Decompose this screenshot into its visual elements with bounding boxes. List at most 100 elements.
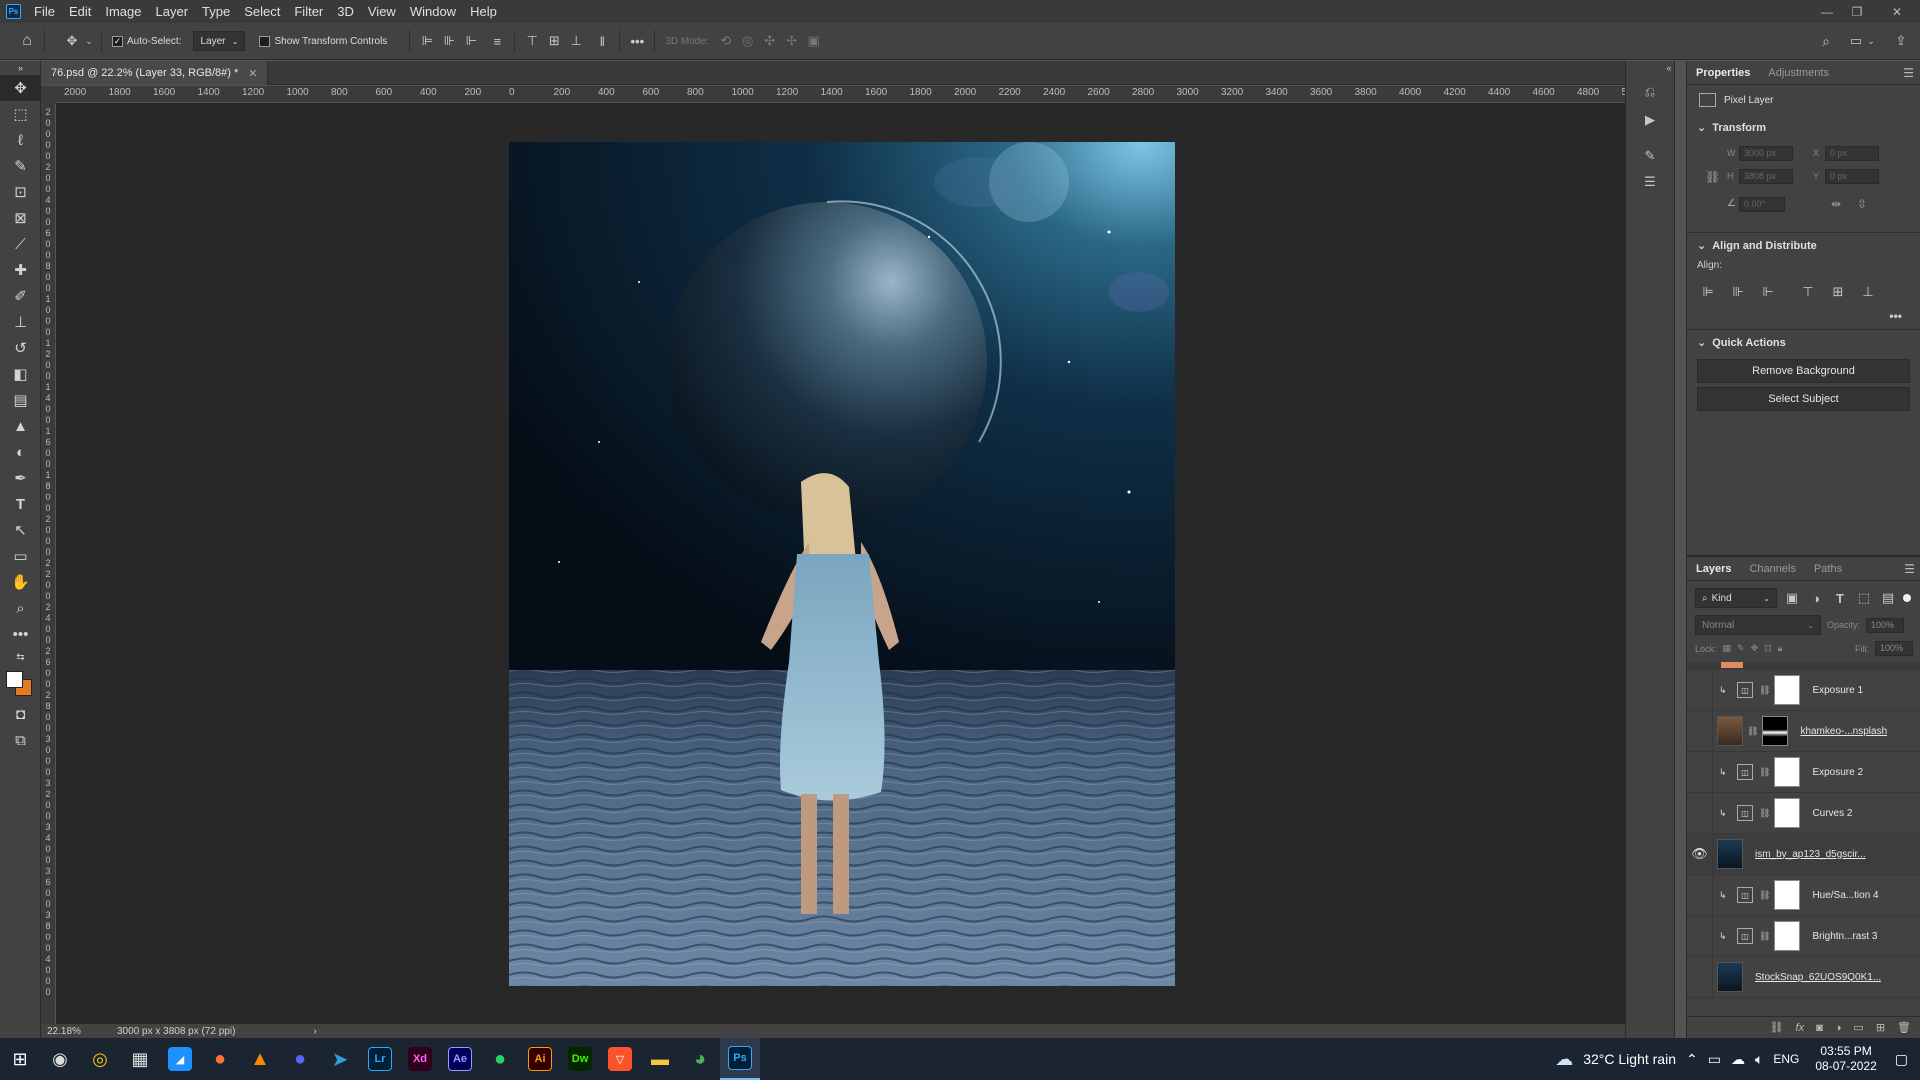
y-field[interactable]: 0 px	[1825, 169, 1879, 184]
eye-hidden-icon[interactable]	[1687, 915, 1713, 957]
menu-view[interactable]: View	[361, 0, 403, 23]
layer-row[interactable]: ↳ ◫ ⛓ Curves 2	[1687, 792, 1920, 834]
norton-icon[interactable]: ◎	[80, 1038, 120, 1080]
document-tab[interactable]: 76.psd @ 22.2% (Layer 33, RGB/8#) * ✕	[41, 61, 269, 85]
filter-adjustment-icon[interactable]: ◑	[1807, 587, 1825, 609]
layer-name[interactable]: Exposure 1	[1812, 685, 1863, 696]
filter-smart-object-icon[interactable]: ▤	[1879, 587, 1897, 609]
zoom-tool-icon[interactable]: ⌕	[0, 595, 41, 621]
show-transform-checkbox[interactable]: Show Transform Controls	[259, 35, 387, 47]
photoshop-taskbar-icon[interactable]: Ps	[720, 1038, 760, 1080]
align-left-edges-icon[interactable]: ⊫	[1697, 281, 1719, 303]
adjust-panel-icon[interactable]: ☰	[1639, 171, 1661, 193]
quick-select-tool-icon[interactable]: ✎	[0, 153, 41, 179]
path-selection-tool-icon[interactable]: ↖	[0, 517, 41, 543]
quick-actions-header[interactable]: ⌄ Quick Actions	[1687, 330, 1920, 355]
more-align-options-icon[interactable]: •••	[1687, 303, 1920, 323]
firefox-icon[interactable]: ●	[200, 1038, 240, 1080]
onedrive-icon[interactable]: ☁	[1731, 1051, 1745, 1068]
windows-start-icon[interactable]: ⊞	[0, 1038, 40, 1080]
align-bottom-icon[interactable]: ⊥	[565, 30, 587, 52]
eye-hidden-icon[interactable]	[1687, 956, 1713, 998]
lock-all-icon[interactable]: 🔒︎	[1778, 643, 1783, 654]
healing-brush-tool-icon[interactable]: ✚	[0, 257, 41, 283]
pen-tool-icon[interactable]: ✒	[0, 465, 41, 491]
align-vertical-centers-icon[interactable]: ⊞	[1827, 281, 1849, 303]
layer-thumbnail[interactable]	[1717, 716, 1743, 746]
show-hidden-icons[interactable]: ⌃	[1686, 1051, 1698, 1068]
clock[interactable]: 03:55 PM 08-07-2022	[1815, 1044, 1876, 1074]
layer-mask-thumbnail[interactable]	[1774, 921, 1801, 951]
layer-mask-thumbnail[interactable]	[1774, 757, 1801, 787]
align-hcenter-icon[interactable]: ⊪	[438, 30, 460, 52]
swap-colors-icon[interactable]: ⇆	[0, 647, 41, 667]
brush-tool-icon[interactable]: ✐	[0, 283, 41, 309]
minimize-icon[interactable]: —	[1815, 0, 1839, 23]
filter-pixel-icon[interactable]: ▣	[1783, 587, 1801, 609]
history-brush-tool-icon[interactable]: ↺	[0, 335, 41, 361]
menu-help[interactable]: Help	[463, 0, 504, 23]
layer-name[interactable]: StockSnap_62UOS9Q0K1...	[1755, 972, 1881, 983]
illustrator-icon[interactable]: Ai	[520, 1038, 560, 1080]
opacity-field[interactable]: 100%	[1866, 617, 1905, 633]
more-options-icon[interactable]: •••	[626, 30, 648, 52]
layer-name[interactable]: Exposure 2	[1812, 767, 1863, 778]
layer-filter-dropdown[interactable]: ⌕ Kind ⌄	[1695, 588, 1777, 608]
edit-toolbar-icon[interactable]: •••	[0, 621, 41, 647]
zoom-level[interactable]: 22.18%	[47, 1026, 107, 1037]
eye-hidden-icon[interactable]	[1687, 669, 1713, 711]
blur-tool-icon[interactable]: ▲	[0, 413, 41, 439]
filter-shape-icon[interactable]: ⬚	[1855, 587, 1873, 609]
network-icon[interactable]: ▭	[1708, 1051, 1721, 1068]
chrome-icon[interactable]: ◕	[680, 1038, 720, 1080]
delete-layer-icon[interactable]: 🗑︎	[1897, 1021, 1911, 1034]
brush-settings-icon[interactable]: ✎	[1639, 145, 1661, 167]
auto-select-target-dropdown[interactable]: Layer ⌄	[193, 31, 246, 51]
lock-artboard-icon[interactable]: ⊡	[1764, 643, 1772, 654]
move-tool-icon[interactable]: ✥	[61, 30, 83, 52]
new-layer-icon[interactable]: ⊞	[1876, 1021, 1885, 1034]
eraser-tool-icon[interactable]: ◧	[0, 361, 41, 387]
x-field[interactable]: 0 px	[1825, 146, 1879, 161]
layer-mask-thumbnail[interactable]	[1774, 880, 1801, 910]
link-icon[interactable]: ⛓	[1705, 170, 1720, 184]
dodge-tool-icon[interactable]: ◐	[0, 439, 41, 465]
language-indicator[interactable]: ENG	[1773, 1052, 1799, 1066]
notifications-icon[interactable]: ▢	[1895, 1051, 1908, 1068]
restore-icon[interactable]: ❐	[1845, 0, 1869, 23]
marquee-tool-icon[interactable]: ⬚	[0, 101, 41, 127]
history-panel-icon[interactable]: ⎌	[1639, 81, 1661, 103]
steam-icon[interactable]: ◉	[40, 1038, 80, 1080]
discord-icon[interactable]: ●	[280, 1038, 320, 1080]
quick-mask-icon[interactable]: ◘	[0, 701, 41, 727]
align-top-edges-icon[interactable]: ⊤	[1797, 281, 1819, 303]
document-canvas[interactable]	[509, 142, 1175, 986]
telegram-icon[interactable]: ➤	[320, 1038, 360, 1080]
lasso-tool-icon[interactable]: ℓ	[0, 127, 41, 153]
width-field[interactable]: 3000 px	[1739, 146, 1793, 161]
volume-icon[interactable]: 🔈︎	[1755, 1051, 1763, 1068]
workspace-chevron-icon[interactable]: ⌄	[1865, 30, 1877, 52]
menu-select[interactable]: Select	[237, 0, 287, 23]
actions-panel-icon[interactable]: ▶	[1639, 109, 1661, 131]
align-right-icon[interactable]: ⊩	[460, 30, 482, 52]
weather-text[interactable]: 32°C Light rain	[1583, 1051, 1676, 1067]
filter-toggle-icon[interactable]	[1903, 594, 1911, 602]
new-adjustment-icon[interactable]: ◑	[1835, 1022, 1842, 1034]
align-horizontal-centers-icon[interactable]: ⊪	[1727, 281, 1749, 303]
move-tool-icon[interactable]: ✥	[0, 75, 41, 101]
after-effects-icon[interactable]: Ae	[440, 1038, 480, 1080]
layer-mask-thumbnail[interactable]	[1774, 675, 1801, 705]
task-manager-icon[interactable]: ▦	[120, 1038, 160, 1080]
layer-row[interactable]: 👁︎ ism_by_ap123_d5gscir...	[1687, 833, 1920, 875]
layer-name[interactable]: Curves 2	[1812, 808, 1852, 819]
rectangle-tool-icon[interactable]: ▭	[0, 543, 41, 569]
layer-row[interactable]: ↳ ◫ ⛓ Brightn...rast 3	[1687, 915, 1920, 957]
height-field[interactable]: 3808 px	[1739, 169, 1793, 184]
layer-name[interactable]: ism_by_ap123_d5gscir...	[1755, 849, 1866, 860]
eye-hidden-icon[interactable]	[1687, 792, 1713, 834]
eye-hidden-icon[interactable]	[1687, 874, 1713, 916]
layer-thumbnail[interactable]	[1717, 839, 1743, 869]
distribute-vertical-icon[interactable]: ≡	[486, 30, 508, 52]
fill-field[interactable]: 100%	[1875, 641, 1913, 656]
